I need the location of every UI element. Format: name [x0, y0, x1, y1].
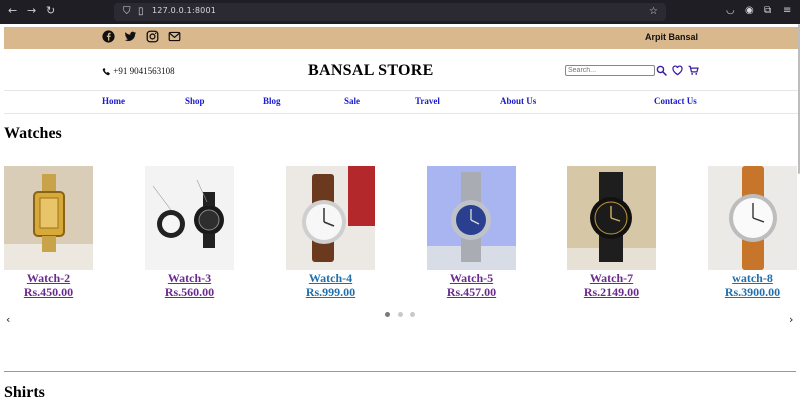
- carousel-dot[interactable]: [385, 312, 390, 317]
- product-title[interactable]: Watch-5: [427, 271, 516, 286]
- nav-shop[interactable]: Shop: [185, 96, 205, 106]
- section-title-watches: Watches: [4, 125, 62, 142]
- section-divider: [4, 371, 796, 372]
- nav-sale[interactable]: Sale: [344, 96, 360, 106]
- address-bar[interactable]: ⛉ ▯ 127.0.0.1:8001 ☆: [114, 3, 666, 21]
- nav-contact-us[interactable]: Contact Us: [654, 96, 697, 106]
- instagram-icon[interactable]: [146, 30, 159, 43]
- product-price[interactable]: Rs.450.00: [4, 285, 93, 300]
- carousel-dot[interactable]: [410, 312, 415, 317]
- product-price[interactable]: Rs.3900.00: [708, 285, 797, 300]
- extensions-icon[interactable]: ⧉: [764, 5, 771, 16]
- product-price[interactable]: Rs.560.00: [145, 285, 234, 300]
- product-card[interactable]: Watch-5 Rs.457.00: [427, 166, 516, 300]
- nav-blog[interactable]: Blog: [263, 96, 281, 106]
- product-card[interactable]: Watch-4 Rs.999.00: [286, 166, 375, 300]
- reload-icon[interactable]: ↻: [46, 4, 55, 17]
- heart-icon[interactable]: [672, 65, 683, 76]
- product-price[interactable]: Rs.457.00: [427, 285, 516, 300]
- product-image[interactable]: [708, 166, 797, 270]
- product-title[interactable]: Watch-3: [145, 271, 234, 286]
- phone-text: +91 9041563108: [113, 66, 175, 76]
- search-icon[interactable]: [656, 65, 667, 76]
- bookmark-star-icon[interactable]: ☆: [649, 6, 658, 17]
- header: +91 9041563108 BANSAL STORE: [4, 49, 798, 91]
- section-title-shirts: Shirts: [4, 384, 45, 401]
- product-image[interactable]: [427, 166, 516, 270]
- cart-icon[interactable]: [688, 65, 699, 76]
- forward-icon[interactable]: →: [27, 4, 36, 17]
- carousel-dot[interactable]: [398, 312, 403, 317]
- menu-icon[interactable]: ≡: [783, 5, 791, 16]
- product-price[interactable]: Rs.2149.00: [567, 285, 656, 300]
- product-title[interactable]: watch-8: [708, 271, 797, 286]
- browser-toolbar: ← → ↻ ⛉ ▯ 127.0.0.1:8001 ☆ ◡ ◉ ⧉ ≡: [0, 0, 800, 24]
- product-card[interactable]: Watch-2 Rs.450.00: [4, 166, 93, 300]
- page: Arpit Bansal +91 9041563108 BANSAL STORE…: [4, 24, 798, 403]
- product-card[interactable]: Watch-7 Rs.2149.00: [567, 166, 656, 300]
- product-image[interactable]: [286, 166, 375, 270]
- facebook-icon[interactable]: [102, 30, 115, 43]
- nav-about-us[interactable]: About Us: [500, 96, 536, 106]
- search-input[interactable]: [565, 65, 655, 76]
- product-title[interactable]: Watch-2: [4, 271, 93, 286]
- twitter-icon[interactable]: [124, 30, 137, 43]
- phone-icon: [102, 67, 110, 76]
- phone-number: +91 9041563108: [102, 66, 175, 76]
- main-nav: Home Shop Blog Sale Travel About Us Cont…: [4, 90, 798, 114]
- nav-travel[interactable]: Travel: [415, 96, 440, 106]
- product-image[interactable]: [567, 166, 656, 270]
- mail-icon[interactable]: [168, 30, 181, 43]
- url-text[interactable]: 127.0.0.1:8001: [152, 6, 216, 15]
- page-icon: ▯: [138, 6, 144, 17]
- carousel-prev-arrow[interactable]: ‹: [6, 313, 10, 326]
- brand-title[interactable]: BANSAL STORE: [308, 62, 434, 80]
- back-icon[interactable]: ←: [8, 4, 17, 17]
- product-image[interactable]: [145, 166, 234, 270]
- user-name[interactable]: Arpit Bansal: [645, 32, 698, 42]
- shield-icon[interactable]: ⛉: [123, 6, 131, 17]
- product-card[interactable]: Watch-3 Rs.560.00: [145, 166, 234, 300]
- account-icon[interactable]: ◉: [745, 5, 754, 16]
- top-bar: Arpit Bansal: [4, 27, 798, 49]
- product-price[interactable]: Rs.999.00: [286, 285, 375, 300]
- product-title[interactable]: Watch-4: [286, 271, 375, 286]
- carousel-next-arrow[interactable]: ›: [789, 313, 793, 326]
- product-title[interactable]: Watch-7: [567, 271, 656, 286]
- pocket-icon[interactable]: ◡: [726, 5, 735, 16]
- product-card[interactable]: watch-8 Rs.3900.00: [708, 166, 797, 300]
- product-image[interactable]: [4, 166, 93, 270]
- nav-home[interactable]: Home: [102, 96, 125, 106]
